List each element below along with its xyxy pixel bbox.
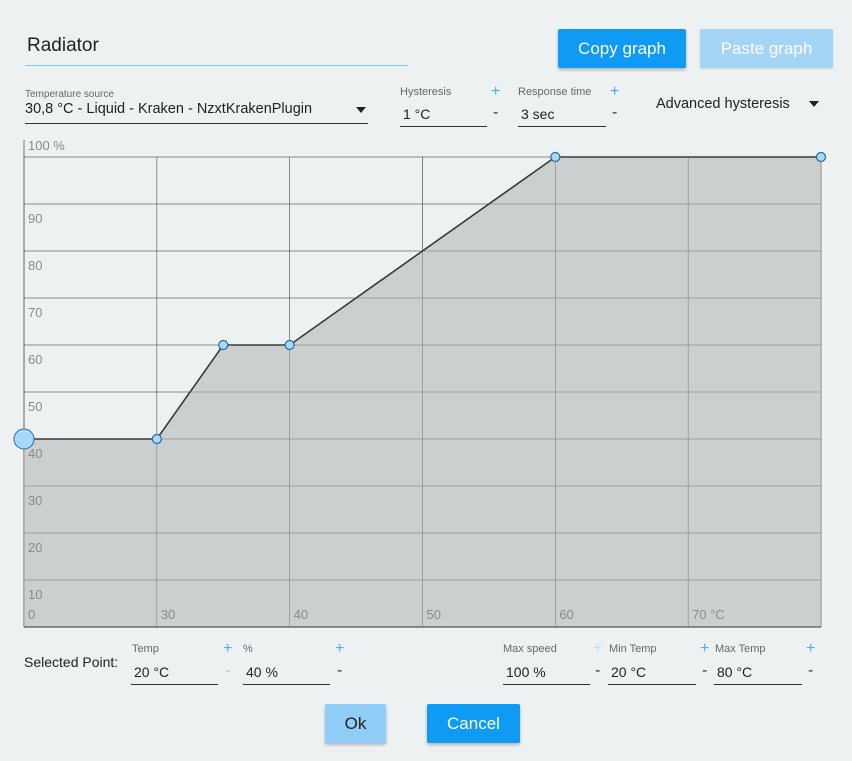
x-tick-label: 0: [28, 607, 35, 622]
percent-minus-button[interactable]: -: [337, 662, 342, 680]
min-temp-plus-button[interactable]: +: [700, 640, 709, 658]
curve-point[interactable]: [218, 339, 229, 351]
x-tick-label: 50: [427, 607, 441, 622]
curve-point[interactable]: [151, 433, 162, 445]
max-speed-label: Max speed: [503, 643, 557, 655]
y-tick-label: 30: [28, 493, 42, 508]
percent-label: %: [243, 643, 253, 655]
y-tick-label: 90: [28, 211, 42, 226]
selected-point-label: Selected Point:: [24, 654, 119, 670]
min-temp-minus-button[interactable]: -: [702, 662, 707, 680]
temp-plus-button[interactable]: +: [223, 640, 232, 658]
y-tick-label: 80: [28, 258, 42, 273]
max-temp-minus-button[interactable]: -: [808, 662, 813, 680]
y-tick-label: 50: [28, 399, 42, 414]
x-tick-label: 30: [161, 607, 175, 622]
temp-minus-button[interactable]: -: [225, 662, 230, 680]
max-speed-plus-button[interactable]: +: [593, 640, 602, 658]
x-tick-label: 40: [294, 607, 308, 622]
y-tick-label: 100 %: [28, 138, 65, 153]
percent-field[interactable]: 40 %: [243, 661, 330, 685]
y-tick-label: 40: [28, 446, 42, 461]
max-temp-field[interactable]: 80 °C: [714, 661, 802, 685]
max-temp-plus-button[interactable]: +: [806, 640, 815, 658]
x-tick-label: 60: [559, 607, 573, 622]
curve-point[interactable]: [284, 339, 295, 351]
ok-button[interactable]: Ok: [325, 704, 386, 743]
y-tick-label: 70: [28, 305, 42, 320]
curve-point[interactable]: [815, 151, 827, 163]
min-temp-field[interactable]: 20 °C: [608, 661, 696, 685]
y-tick-label: 20: [28, 540, 42, 555]
y-tick-label: 10: [28, 587, 42, 602]
percent-plus-button[interactable]: +: [335, 640, 344, 658]
y-tick-label: 60: [28, 352, 42, 367]
x-tick-label: 70 °C: [692, 607, 725, 622]
max-speed-minus-button[interactable]: -: [595, 662, 600, 680]
curve-point-selected[interactable]: [13, 428, 35, 450]
max-speed-field[interactable]: 100 %: [503, 661, 590, 685]
min-temp-label: Min Temp: [609, 643, 657, 655]
cancel-button[interactable]: Cancel: [427, 704, 520, 743]
max-temp-label: Max Temp: [715, 643, 766, 655]
temp-field[interactable]: 20 °C: [131, 661, 218, 685]
curve-point[interactable]: [550, 151, 561, 163]
temp-label: Temp: [132, 643, 159, 655]
